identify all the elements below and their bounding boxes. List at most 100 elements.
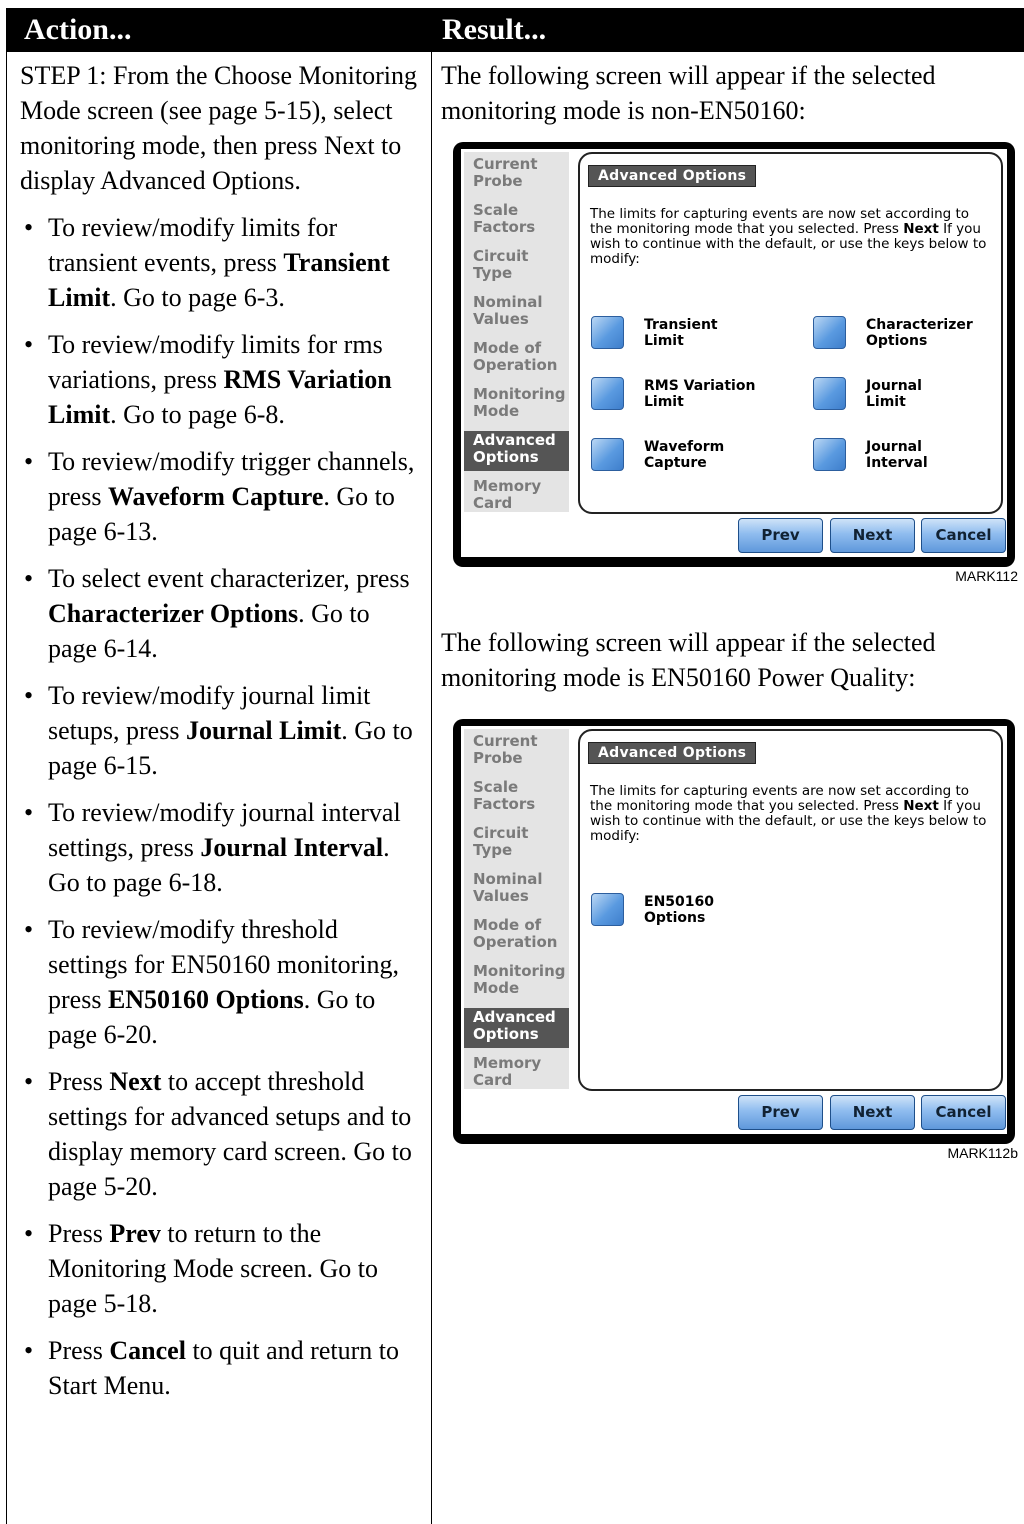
sidebar-item-nominal-values[interactable]: Nominal Values [464, 870, 569, 910]
option-en50160-options[interactable]: EN50160 Options [591, 893, 714, 926]
bullet-text-tail: . Go to page 6-8. [110, 400, 285, 429]
action-bullet: • Press Cancel to quit and return to Star… [20, 1333, 420, 1403]
sidebar-item-nominal-values[interactable]: Nominal Values [464, 293, 569, 333]
bullet-dot: • [24, 915, 34, 944]
device-screen-2: Current Probe Scale Factors Circuit Type No… [453, 719, 1015, 1144]
action-bullet: • To review/modify limits for transient e… [20, 210, 420, 315]
prev-button[interactable]: Prev [738, 1095, 823, 1130]
sidebar-item-advanced-options[interactable]: Advanced Options [464, 1008, 569, 1048]
sidebar-item-memory-card[interactable]: Memory Card [464, 1054, 569, 1094]
bullet-text: Press [48, 1067, 110, 1096]
table-left-border [6, 52, 7, 1524]
sidebar-item-memory-card[interactable]: Memory Card [464, 477, 569, 517]
option-label: Waveform Capture [644, 439, 725, 471]
bullet-text: Press [48, 1219, 110, 1248]
sidebar-item-monitoring-mode[interactable]: Monitoring Mode [464, 385, 569, 425]
step-text: STEP 1: From the Choose Monitoring Mode … [20, 61, 417, 195]
sidebar-item-current-probe[interactable]: Current Probe [464, 155, 569, 195]
figure-caption-1: MARK112 [955, 568, 1018, 584]
action-bullet: • To review/modify threshold settings for… [20, 912, 420, 1052]
bullet-key-name: Waveform Capture [107, 482, 324, 511]
next-button[interactable]: Next [830, 1095, 915, 1130]
bullet-key-name: Cancel [109, 1336, 186, 1365]
figure-caption-2: MARK112b [947, 1145, 1018, 1161]
bullet-key-name: Prev [109, 1219, 161, 1248]
sidebar-item-mode-of-operation[interactable]: Mode of Operation [464, 339, 569, 379]
advanced-options-panel: Advanced Options The limits for capturin… [578, 729, 1003, 1091]
option-characterizer-options[interactable]: Characterizer Options [813, 316, 973, 349]
prev-button[interactable]: Prev [738, 518, 823, 553]
sidebar-item-current-probe[interactable]: Current Probe [464, 732, 569, 772]
action-column: STEP 1: From the Choose Monitoring Mode … [20, 58, 420, 1403]
option-label: Journal Limit [866, 378, 922, 410]
instruction-key: Next [903, 798, 939, 814]
option-button[interactable] [591, 438, 624, 471]
option-journal-interval[interactable]: Journal Interval [813, 438, 928, 471]
action-bullet-list: • To review/modify limits for transient e… [20, 210, 420, 1403]
option-label: RMS Variation Limit [644, 378, 756, 410]
result-header: Result... [432, 8, 1024, 52]
sidebar-item-circuit-type[interactable]: Circuit Type [464, 824, 569, 864]
action-bullet: • To review/modify trigger channels, pres… [20, 444, 420, 549]
advanced-options-panel: Advanced Options The limits for capturin… [578, 152, 1003, 514]
action-bullet: • To review/modify journal interval setti… [20, 795, 420, 900]
next-button[interactable]: Next [830, 518, 915, 553]
bullet-dot: • [24, 447, 34, 476]
bullet-key-name: EN50160 Options [107, 985, 304, 1014]
panel-title: Advanced Options [588, 742, 757, 764]
bullet-key-name: Journal Limit [185, 716, 342, 745]
action-bullet: • To select event characterizer, press Ch… [20, 561, 420, 666]
wizard-sidebar: Current Probe Scale Factors Circuit Type No… [464, 729, 569, 1089]
option-waveform-capture[interactable]: Waveform Capture [591, 438, 724, 471]
sidebar-item-advanced-options[interactable]: Advanced Options [464, 431, 569, 471]
option-button[interactable] [591, 893, 624, 926]
bullet-dot: • [24, 798, 34, 827]
action-header: Action... [6, 8, 432, 52]
option-journal-limit[interactable]: Journal Limit [813, 377, 922, 410]
option-button[interactable] [591, 316, 624, 349]
bullet-dot: • [24, 1067, 34, 1096]
option-label: Transient Limit [644, 317, 718, 349]
bullet-dot: • [24, 213, 34, 242]
bullet-text-tail: . Go to page 6-3. [110, 283, 285, 312]
option-label: EN50160 Options [644, 894, 714, 926]
device-screen-1: Current Probe Scale Factors Circuit Type No… [453, 142, 1015, 567]
result-intro-text-2: The following screen will appear if the … [441, 628, 936, 692]
wizard-sidebar: Current Probe Scale Factors Circuit Type No… [464, 152, 569, 512]
action-bullet: • To review/modify journal limit setups, … [20, 678, 420, 783]
bullet-key-name: Next [109, 1067, 162, 1096]
bullet-key-name: Journal Interval [200, 833, 384, 862]
option-button[interactable] [813, 438, 846, 471]
option-rms-variation-limit[interactable]: RMS Variation Limit [591, 377, 755, 410]
bullet-dot: • [24, 1336, 34, 1365]
bullet-dot: • [24, 564, 34, 593]
option-button[interactable] [813, 316, 846, 349]
sidebar-item-mode-of-operation[interactable]: Mode of Operation [464, 916, 569, 956]
panel-title: Advanced Options [588, 165, 757, 187]
bullet-dot: • [24, 681, 34, 710]
sidebar-item-circuit-type[interactable]: Circuit Type [464, 247, 569, 287]
option-transient-limit[interactable]: Transient Limit [591, 316, 718, 349]
result-intro-text-1: The following screen will appear if the … [441, 61, 936, 125]
sidebar-item-monitoring-mode[interactable]: Monitoring Mode [464, 962, 569, 1002]
option-button[interactable] [591, 377, 624, 410]
action-bullet: • Press Next to accept threshold settings… [20, 1064, 420, 1204]
result-intro-2: The following screen will appear if the … [441, 625, 1011, 695]
bullet-dot: • [24, 1219, 34, 1248]
option-button[interactable] [813, 377, 846, 410]
bullet-key-name: Characterizer Options [48, 599, 299, 628]
action-bullet: • Press Prev to return to the Monitoring … [20, 1216, 420, 1321]
panel-instructions: The limits for capturing events are now … [590, 784, 995, 844]
cancel-button[interactable]: Cancel [921, 518, 1006, 553]
screen-2: Current Probe Scale Factors Circuit Type No… [461, 726, 1007, 1134]
panel-instructions: The limits for capturing events are now … [590, 207, 995, 267]
bullet-dot: • [24, 330, 34, 359]
sidebar-item-scale-factors[interactable]: Scale Factors [464, 778, 569, 818]
screen-1: Current Probe Scale Factors Circuit Type No… [461, 149, 1007, 557]
sidebar-item-scale-factors[interactable]: Scale Factors [464, 201, 569, 241]
procedure-table: Action... Result... STEP 1: From the Cho… [0, 0, 1024, 1524]
cancel-button[interactable]: Cancel [921, 1095, 1006, 1130]
instruction-key: Next [903, 221, 939, 237]
bullet-text: Press [48, 1336, 110, 1365]
bullet-text: To select event characterizer, press [48, 564, 410, 593]
